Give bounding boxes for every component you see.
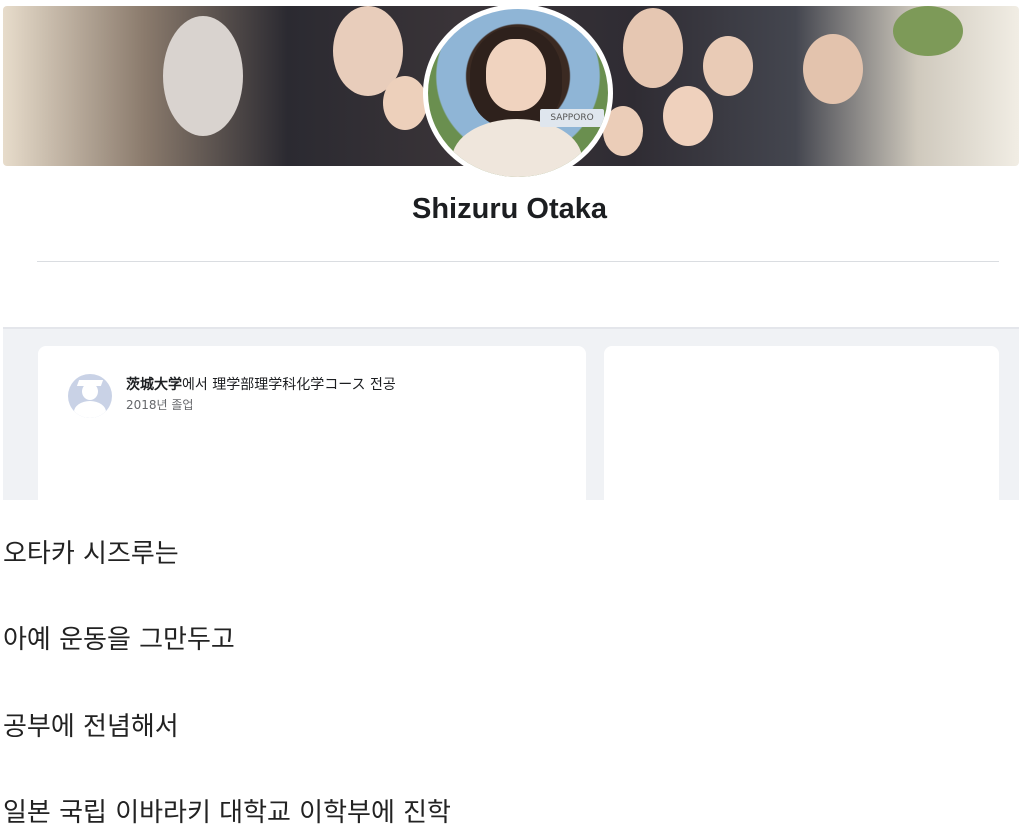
graduation-year: 2018년 졸업: [126, 398, 194, 412]
education-line: 茨城大学에서 理学部理学科化学コース 전공: [126, 374, 396, 394]
profile-avatar[interactable]: SAPPORO: [428, 9, 608, 177]
school-link[interactable]: 茨城大学: [126, 377, 182, 393]
divider: [37, 261, 999, 262]
profile-name: Shizuru Otaka: [412, 193, 607, 225]
side-card: [604, 346, 999, 500]
education-connector: 에서: [182, 377, 208, 393]
education-major: 理学部理学科化学コース 전공: [212, 377, 396, 393]
article-paragraph: 일본 국립 이바라키 대학교 이학부에 진학: [3, 798, 451, 828]
article-paragraph: 공부에 전념해서: [3, 712, 179, 742]
education-card: [38, 346, 586, 500]
sapporo-sign: SAPPORO: [540, 109, 604, 127]
article-paragraph: 오타카 시즈루는: [3, 539, 179, 569]
article-paragraph: 아예 운동을 그만두고: [3, 625, 235, 655]
profile-screenshot: SAPPORO Shizuru Otaka 茨城大学에서 理学部理学科化学コース…: [0, 0, 1019, 500]
school-placeholder-icon: [68, 374, 112, 418]
